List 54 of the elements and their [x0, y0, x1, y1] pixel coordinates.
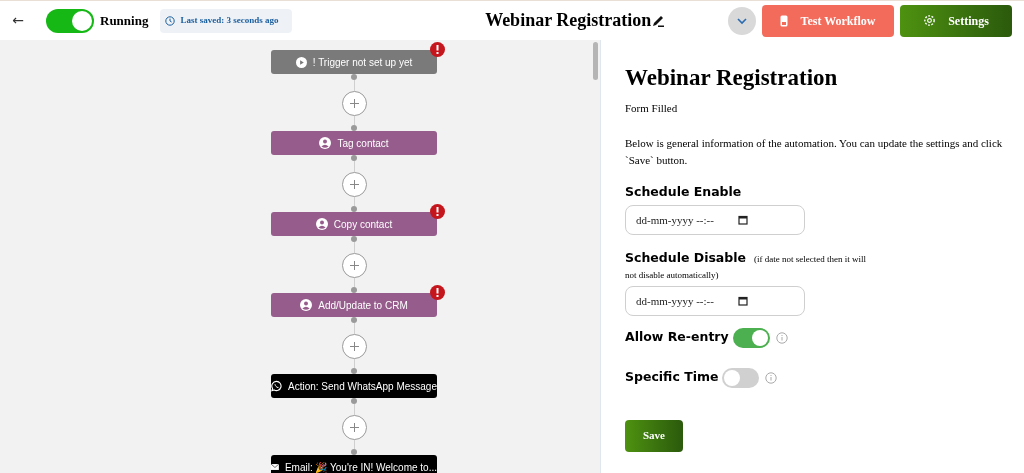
panel-description: Below is general information of the automation. You can update the settings and click `Save` button. [625, 135, 1004, 168]
add-step-button[interactable] [341, 253, 367, 278]
workflow-node[interactable]: Action: Send WhatsApp Message [271, 374, 437, 398]
add-step-button[interactable] [341, 334, 367, 359]
play-icon [295, 56, 307, 68]
plus-icon [348, 98, 360, 109]
pencil-icon[interactable] [651, 13, 666, 28]
panel-title: Webinar Registration [625, 64, 838, 92]
user-icon [315, 218, 328, 230]
chevron-down-icon [736, 16, 748, 25]
toggle-switch[interactable] [46, 8, 94, 33]
last-saved-badge: Last saved: 3 seconds ago [160, 8, 293, 33]
field-label: Schedule Enable [625, 182, 742, 201]
device-icon [780, 14, 789, 27]
plus-icon [348, 179, 360, 190]
save-button[interactable]: Save [625, 419, 683, 452]
date-field[interactable]: dd-mm-yyyy --:-- [625, 285, 805, 316]
calendar-icon[interactable] [738, 295, 748, 306]
test-workflow-button[interactable]: Test Workflow [762, 4, 894, 37]
settings-button[interactable]: Settings [900, 4, 1012, 37]
workflow-node[interactable]: Tag contact [271, 131, 437, 155]
toggle-label: Allow Re-entry [625, 328, 729, 347]
date-field[interactable]: dd-mm-yyyy --:-- [625, 204, 805, 235]
field-label: Schedule Disable [625, 248, 746, 267]
user-icon [300, 299, 313, 311]
scrollbar-thumb[interactable] [593, 42, 598, 80]
toggle-switch[interactable] [722, 367, 760, 388]
info-icon[interactable] [765, 371, 778, 384]
plus-icon [348, 422, 360, 433]
envelope-icon [271, 461, 279, 473]
toggle-label: Specific Time [625, 368, 719, 387]
workflow-node[interactable]: Copy contact [271, 212, 437, 236]
whatsapp-icon [271, 380, 282, 392]
field-note: not disable automatically) [625, 268, 720, 282]
workflow-node[interactable]: Email: 🎉 You're IN! Welcome to... [271, 455, 437, 473]
add-step-button[interactable] [341, 172, 367, 197]
workflow-node[interactable]: Add/Update to CRM [271, 293, 437, 317]
workflow-title: Webinar Registration [485, 9, 652, 32]
back-button[interactable]: ← [12, 10, 24, 31]
field-note: (if date not selected then it will [754, 252, 866, 266]
workflow-node[interactable]: ! Trigger not set up yet [271, 50, 437, 74]
add-step-button[interactable] [341, 91, 367, 116]
user-icon [319, 137, 332, 149]
dropdown-button[interactable] [728, 6, 756, 35]
info-icon[interactable] [775, 331, 788, 344]
plus-icon [348, 260, 360, 271]
running-label: Running [100, 11, 149, 30]
gear-icon [923, 14, 937, 27]
add-step-button[interactable] [341, 415, 367, 440]
clock-icon [165, 15, 176, 26]
panel-subtitle: Form Filled [625, 101, 678, 116]
calendar-icon[interactable] [738, 214, 748, 225]
toggle-switch[interactable] [732, 327, 770, 348]
plus-icon [348, 341, 360, 352]
